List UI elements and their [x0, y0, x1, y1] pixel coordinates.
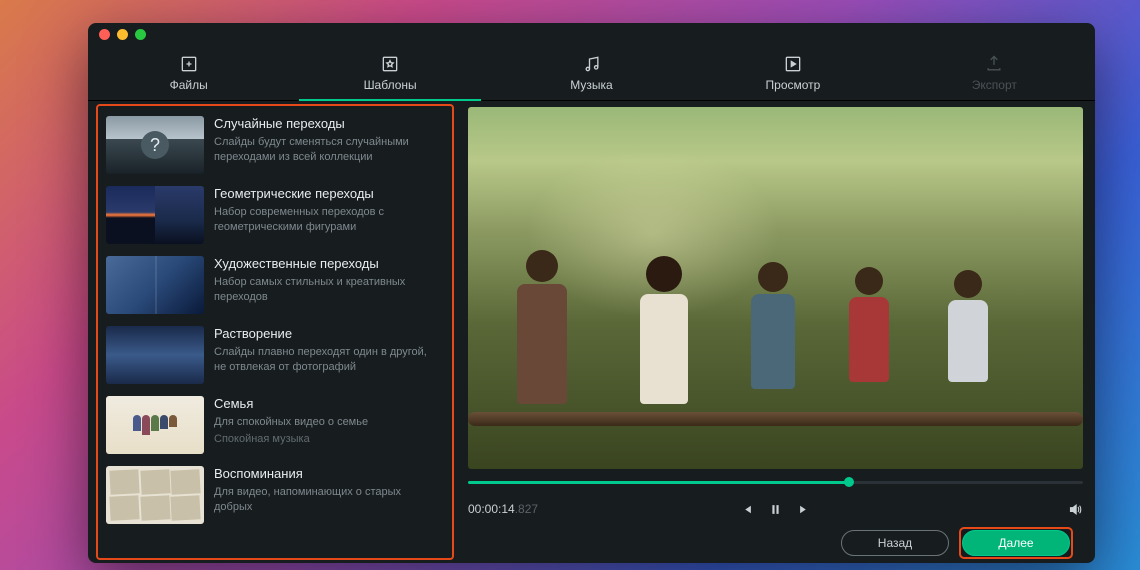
next-frame-button[interactable]: [797, 502, 812, 517]
template-item[interactable]: Семья Для спокойных видео о семье Спокой…: [102, 390, 446, 460]
template-desc: Набор современных переходов с геометриче…: [214, 205, 442, 235]
template-title: Художественные переходы: [214, 256, 442, 271]
template-item[interactable]: Геометрические переходы Набор современны…: [102, 180, 446, 250]
template-thumb: [106, 256, 204, 314]
next-button-highlight: Далее: [959, 527, 1073, 559]
wizard-footer: Назад Далее: [468, 523, 1083, 563]
seek-knob[interactable]: [844, 477, 854, 487]
video-preview[interactable]: [468, 107, 1083, 469]
template-thumb: ?: [106, 116, 204, 174]
template-desc: Для видео, напоминающих о старых добрых: [214, 485, 442, 515]
next-frame-icon: [797, 502, 812, 517]
template-thumb: [106, 186, 204, 244]
tab-music[interactable]: Музыка: [491, 45, 692, 100]
zoom-window-icon[interactable]: [135, 29, 146, 40]
templates-scroll[interactable]: ? Случайные переходы Слайды будут сменят…: [98, 106, 452, 558]
tab-export[interactable]: Экспорт: [894, 45, 1095, 100]
pause-icon: [768, 502, 783, 517]
template-title: Геометрические переходы: [214, 186, 442, 201]
template-title: Случайные переходы: [214, 116, 442, 131]
titlebar: [88, 23, 1095, 45]
tab-preview[interactable]: Просмотр: [692, 45, 893, 100]
minimize-window-icon[interactable]: [117, 29, 128, 40]
template-sub: Спокойная музыка: [214, 433, 442, 445]
tab-templates-label: Шаблоны: [364, 78, 417, 92]
template-item[interactable]: Растворение Слайды плавно переходят один…: [102, 320, 446, 390]
seek-fill: [468, 481, 849, 484]
pause-button[interactable]: [768, 502, 783, 517]
time-display: 00:00:14.827: [468, 502, 538, 516]
template-desc: Слайды будут сменяться случайными перехо…: [214, 135, 442, 165]
step-tabs: Файлы Шаблоны Музыка Просмотр Экспорт: [88, 45, 1095, 101]
template-thumb: [106, 396, 204, 454]
play-frame-icon: [783, 54, 803, 74]
template-desc: Для спокойных видео о семье: [214, 415, 442, 430]
template-item[interactable]: Воспоминания Для видео, напоминающих о с…: [102, 460, 446, 530]
volume-button[interactable]: [1068, 502, 1083, 517]
preview-frame: [468, 107, 1083, 469]
export-icon: [984, 54, 1004, 74]
tab-templates[interactable]: Шаблоны: [289, 45, 490, 100]
template-thumb: [106, 466, 204, 524]
next-button-label: Далее: [998, 536, 1033, 550]
volume-icon: [1068, 502, 1083, 517]
template-title: Растворение: [214, 326, 442, 341]
app-window: Файлы Шаблоны Музыка Просмотр Экспорт ? …: [88, 23, 1095, 563]
template-desc: Набор самых стильных и креативных перехо…: [214, 275, 442, 305]
timeline: [468, 469, 1083, 495]
star-frame-icon: [380, 54, 400, 74]
template-title: Воспоминания: [214, 466, 442, 481]
prev-frame-icon: [739, 502, 754, 517]
add-file-icon: [179, 54, 199, 74]
tab-files-label: Файлы: [170, 78, 208, 92]
time-ms: .827: [515, 502, 538, 516]
tab-preview-label: Просмотр: [766, 78, 821, 92]
template-title: Семья: [214, 396, 442, 411]
tab-export-label: Экспорт: [972, 78, 1017, 92]
seek-track[interactable]: [468, 481, 1083, 484]
tab-music-label: Музыка: [570, 78, 612, 92]
time-main: 00:00:14: [468, 502, 515, 516]
next-button[interactable]: Далее: [962, 530, 1070, 556]
template-item[interactable]: Художественные переходы Набор самых стил…: [102, 250, 446, 320]
back-button-label: Назад: [878, 536, 912, 550]
template-desc: Слайды плавно переходят один в другой, н…: [214, 345, 442, 375]
back-button[interactable]: Назад: [841, 530, 949, 556]
templates-panel: ? Случайные переходы Слайды будут сменят…: [96, 104, 454, 560]
close-window-icon[interactable]: [99, 29, 110, 40]
template-item[interactable]: ? Случайные переходы Слайды будут сменят…: [102, 110, 446, 180]
tab-files[interactable]: Файлы: [88, 45, 289, 100]
music-note-icon: [582, 54, 602, 74]
player-controls: 00:00:14.827: [468, 495, 1083, 523]
template-thumb: [106, 326, 204, 384]
prev-frame-button[interactable]: [739, 502, 754, 517]
